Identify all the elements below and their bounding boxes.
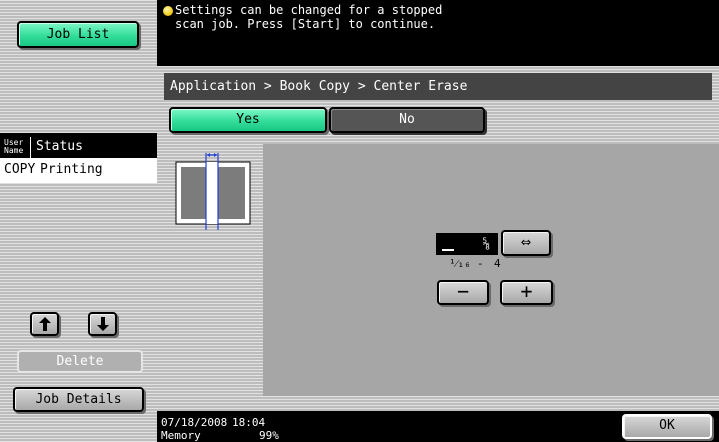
plus-icon: + [520, 279, 533, 303]
up-arrow-icon [38, 317, 51, 331]
down-arrow-icon [96, 317, 109, 331]
memory-label: Memory [161, 429, 201, 442]
user-name-header: User Name [4, 138, 24, 155]
user-name-cell: COPY [4, 162, 36, 177]
time-display: 18:04 [232, 416, 266, 429]
status-cell: Printing [40, 162, 103, 177]
message-line-2: scan job. Press [Start] to continue. [175, 17, 436, 31]
delete-button[interactable]: Delete [17, 350, 143, 373]
erase-width-value: ⅝ [482, 237, 490, 251]
main-panel: Application > Book Copy > Center Erase Y… [157, 66, 719, 411]
scroll-up-button[interactable] [30, 312, 59, 336]
no-button[interactable]: No [329, 107, 485, 133]
left-top-area [0, 0, 157, 133]
job-list-button[interactable]: Job List [17, 21, 139, 48]
info-bulb-icon [163, 6, 173, 16]
job-status-header: User Name Status [0, 137, 157, 158]
job-status-table: User Name Status COPY Printing [0, 137, 157, 183]
memory-value: 99% [259, 429, 279, 442]
message-line-1: Settings can be changed for a stopped [175, 3, 443, 17]
ok-button[interactable]: OK [622, 414, 712, 439]
yes-button[interactable]: Yes [169, 107, 327, 133]
decrease-button[interactable]: − [437, 280, 489, 305]
message-bar: Settings can be changed for a stopped sc… [157, 0, 719, 66]
erase-width-display: ⅝ [436, 233, 498, 255]
minus-icon: − [456, 279, 470, 303]
unit-toggle-button[interactable]: ⇔ [501, 230, 551, 256]
center-erase-diagram [175, 153, 251, 230]
status-header: Status [30, 137, 83, 158]
input-cursor [442, 249, 454, 251]
status-footer: 07/18/2008 18:04 Memory 99% OK [157, 411, 719, 442]
setting-panel [263, 144, 719, 396]
range-separator: - [477, 257, 484, 270]
date-display: 07/18/2008 [161, 416, 228, 429]
increase-button[interactable]: + [500, 280, 553, 305]
breadcrumb: Application > Book Copy > Center Erase [164, 73, 712, 100]
left-right-arrow-icon: ⇔ [520, 232, 532, 252]
range-max-label: 4 [494, 257, 501, 270]
scroll-down-button[interactable] [88, 312, 117, 336]
left-panel: Job List User Name Status COPY Printing D… [0, 0, 157, 442]
range-min-label: ¹⁄₁₆ [449, 257, 471, 270]
table-row[interactable]: COPY Printing [0, 158, 157, 183]
width-arrow-icon [207, 153, 217, 157]
job-details-button[interactable]: Job Details [13, 387, 144, 412]
